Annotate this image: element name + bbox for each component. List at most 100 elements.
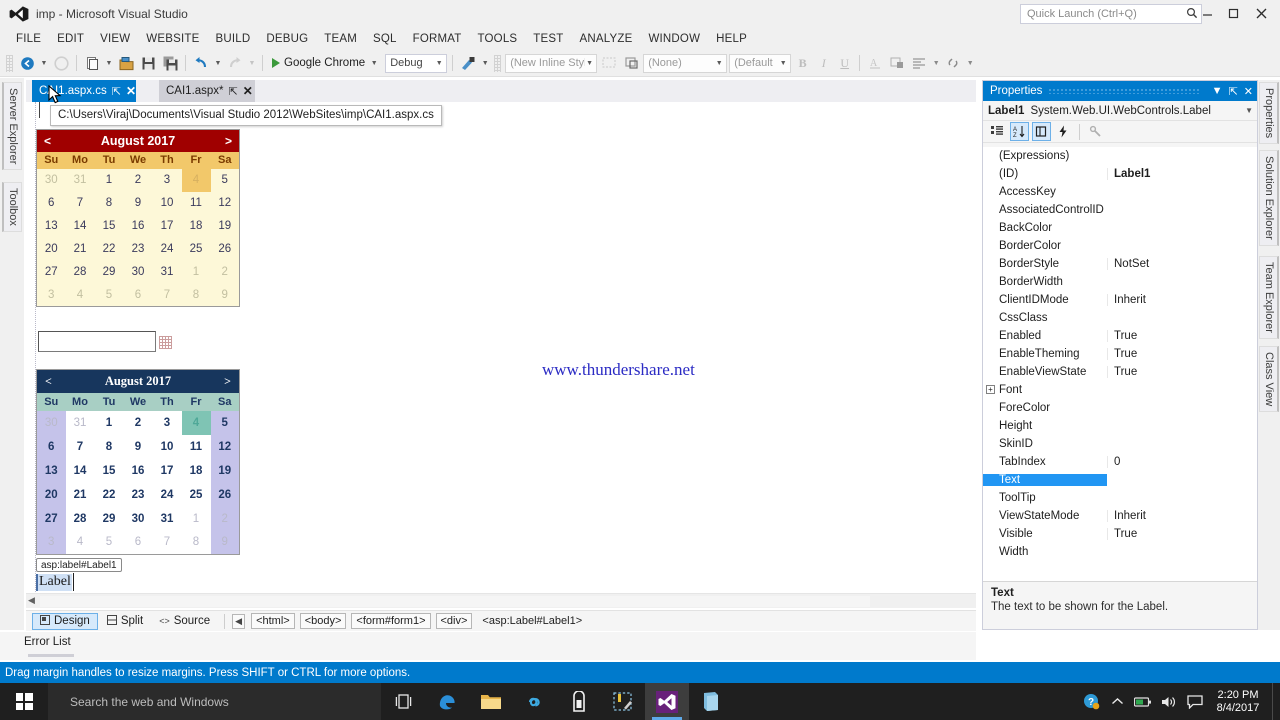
calendar-day-cell[interactable]: 20 <box>36 482 66 507</box>
properties-grid[interactable]: (Expressions) (ID) Label1 AccessKey Associat… <box>983 147 1257 581</box>
textbox-control[interactable] <box>38 331 156 352</box>
open-file-icon[interactable] <box>116 53 136 73</box>
calendar-day-cell[interactable]: 1 <box>181 260 211 284</box>
property-row[interactable]: Visible True <box>983 525 1257 543</box>
calendar-day-cell[interactable]: 12 <box>210 434 240 459</box>
calendar-day-cell[interactable]: 4 <box>65 530 95 555</box>
toolbar-overflow-icon[interactable]: ▼ <box>965 60 975 67</box>
calendar-day-cell[interactable]: 9 <box>210 530 240 555</box>
chevron-down-icon[interactable]: ▼ <box>1212 85 1223 97</box>
breadcrumb-html[interactable]: <html> <box>251 613 295 629</box>
breadcrumb-body[interactable]: <body> <box>299 613 347 629</box>
property-row[interactable]: (ID) Label1 <box>983 165 1257 183</box>
expand-icon[interactable]: + <box>986 385 995 394</box>
minimize-button[interactable] <box>1194 0 1220 26</box>
calendar-day-cell[interactable]: 31 <box>152 506 182 531</box>
breadcrumb-back-icon[interactable]: ◀ <box>232 613 246 629</box>
show-desktop-button[interactable] <box>1272 683 1280 720</box>
document-tab-cai1-aspx[interactable]: CAI1.aspx* ⇱ ✕ <box>159 80 255 102</box>
property-value[interactable]: True <box>1107 330 1257 342</box>
calendar-day-cell[interactable]: 30 <box>123 506 153 531</box>
toolbar-grip[interactable] <box>494 54 502 72</box>
property-row[interactable]: (Expressions) <box>983 147 1257 165</box>
calendar-control-blue[interactable]: < August 2017 > Su Mo Tu We Th Fr Sa 30 3… <box>36 369 240 555</box>
new-item-dropdown-icon[interactable]: ▼ <box>104 60 114 67</box>
calendar-day-cell[interactable]: 11 <box>181 434 211 459</box>
sidebar-item-toolbox[interactable]: Toolbox <box>2 182 22 232</box>
calendar-day-cell[interactable]: 6 <box>123 530 153 555</box>
calendar-red-next-button[interactable]: > <box>225 134 232 148</box>
property-value[interactable]: True <box>1107 348 1257 360</box>
font-family-combo[interactable]: (Default ▼ <box>729 53 792 73</box>
sidebar-item-server-explorer[interactable]: Server Explorer <box>2 82 22 171</box>
calendar-day-cell[interactable]: 22 <box>94 482 124 507</box>
edge-browser-icon[interactable] <box>425 683 469 720</box>
style-application-icon[interactable] <box>458 53 478 73</box>
menu-item-team[interactable]: TEAM <box>316 31 365 47</box>
menu-item-analyze[interactable]: ANALYZE <box>572 31 641 47</box>
calendar-day-cell[interactable]: 10 <box>152 191 182 215</box>
pin-icon[interactable]: ⇱ <box>1229 85 1238 98</box>
battery-icon[interactable] <box>1130 683 1156 720</box>
menu-item-website[interactable]: WEBSITE <box>138 31 207 47</box>
calendar-day-cell[interactable]: 6 <box>123 283 153 307</box>
property-row[interactable]: ClientIDMode Inherit <box>983 291 1257 309</box>
calendar-day-cell[interactable]: 2 <box>123 168 153 192</box>
menu-item-window[interactable]: WINDOW <box>640 31 708 47</box>
windows-start-icon[interactable] <box>0 683 48 720</box>
property-value[interactable]: 0 <box>1107 456 1257 468</box>
calendar-day-cell[interactable]: 3 <box>36 530 66 555</box>
calendar-red-prev-button[interactable]: < <box>44 134 51 148</box>
menu-item-build[interactable]: BUILD <box>207 31 258 47</box>
sidebar-item-properties[interactable]: Properties <box>1259 82 1279 145</box>
properties-view-icon[interactable] <box>1032 122 1051 141</box>
calendar-day-cell[interactable]: 9 <box>123 434 153 459</box>
calendar-day-cell[interactable]: 21 <box>65 237 95 261</box>
sidebar-item-solution-explorer[interactable]: Solution Explorer <box>1259 150 1279 246</box>
menu-item-debug[interactable]: DEBUG <box>258 31 316 47</box>
calendar-day-cell[interactable]: 2 <box>123 410 153 435</box>
breadcrumb-form[interactable]: <form#form1> <box>351 613 431 629</box>
calendar-day-cell[interactable]: 8 <box>94 434 124 459</box>
navigate-back-dropdown-icon[interactable]: ▼ <box>39 60 49 67</box>
toolbar-grip[interactable] <box>6 54 13 72</box>
get-windows-10-icon[interactable]: ? <box>1078 683 1104 720</box>
property-value[interactable]: Inherit <box>1107 294 1257 306</box>
menu-item-edit[interactable]: EDIT <box>49 31 92 47</box>
breadcrumb-div[interactable]: <div> <box>435 613 473 629</box>
property-row[interactable]: Enabled True <box>983 327 1257 345</box>
calendar-day-cell[interactable]: 19 <box>210 214 240 238</box>
calendar-day-cell[interactable]: 31 <box>65 168 95 192</box>
calendar-day-cell[interactable]: 8 <box>94 191 124 215</box>
label-control[interactable]: Label <box>36 574 72 591</box>
scrollbar-thumb[interactable] <box>40 596 870 607</box>
calendar-control-red[interactable]: < August 2017 > Su Mo Tu We Th Fr Sa 30 3… <box>36 129 240 307</box>
properties-object-selector[interactable]: Label1 System.Web.UI.WebControls.Label ▼ <box>983 101 1257 121</box>
property-value[interactable]: Label1 <box>1107 168 1257 180</box>
maximize-button[interactable] <box>1220 0 1246 26</box>
taskbar-search-input[interactable]: Search the web and Windows <box>48 683 381 720</box>
property-row[interactable]: EnableTheming True <box>983 345 1257 363</box>
property-row[interactable]: Width <box>983 543 1257 561</box>
tab-error-list[interactable]: Error List <box>24 636 71 648</box>
pin-icon[interactable]: ⇱ <box>229 85 238 98</box>
calendar-day-cell[interactable]: 31 <box>65 410 95 435</box>
alphabetical-sort-icon[interactable]: AZ <box>1010 122 1029 141</box>
taskbar-clock[interactable]: 2:20 PM 8/4/2017 <box>1208 689 1272 715</box>
calendar-day-cell[interactable]: 26 <box>210 482 240 507</box>
block-format-combo[interactable]: (None) ▼ <box>643 53 728 73</box>
property-value[interactable]: Inherit <box>1107 510 1257 522</box>
calendar-day-cell[interactable]: 25 <box>181 482 211 507</box>
menu-item-sql[interactable]: SQL <box>365 31 405 47</box>
save-all-icon[interactable] <box>160 53 180 73</box>
menu-item-help[interactable]: HELP <box>708 31 755 47</box>
calendar-day-cell[interactable]: 3 <box>36 283 66 307</box>
scroll-left-arrow-icon[interactable]: ◀ <box>28 595 35 606</box>
undo-icon[interactable] <box>191 53 211 73</box>
calendar-day-cell[interactable]: 28 <box>65 506 95 531</box>
calendar-day-cell[interactable]: 5 <box>210 410 240 435</box>
property-value[interactable]: NotSet <box>1107 258 1257 270</box>
undo-dropdown-icon[interactable]: ▼ <box>213 60 223 67</box>
calendar-day-cell[interactable]: 7 <box>65 191 95 215</box>
sidebar-item-class-view[interactable]: Class View <box>1259 346 1279 413</box>
